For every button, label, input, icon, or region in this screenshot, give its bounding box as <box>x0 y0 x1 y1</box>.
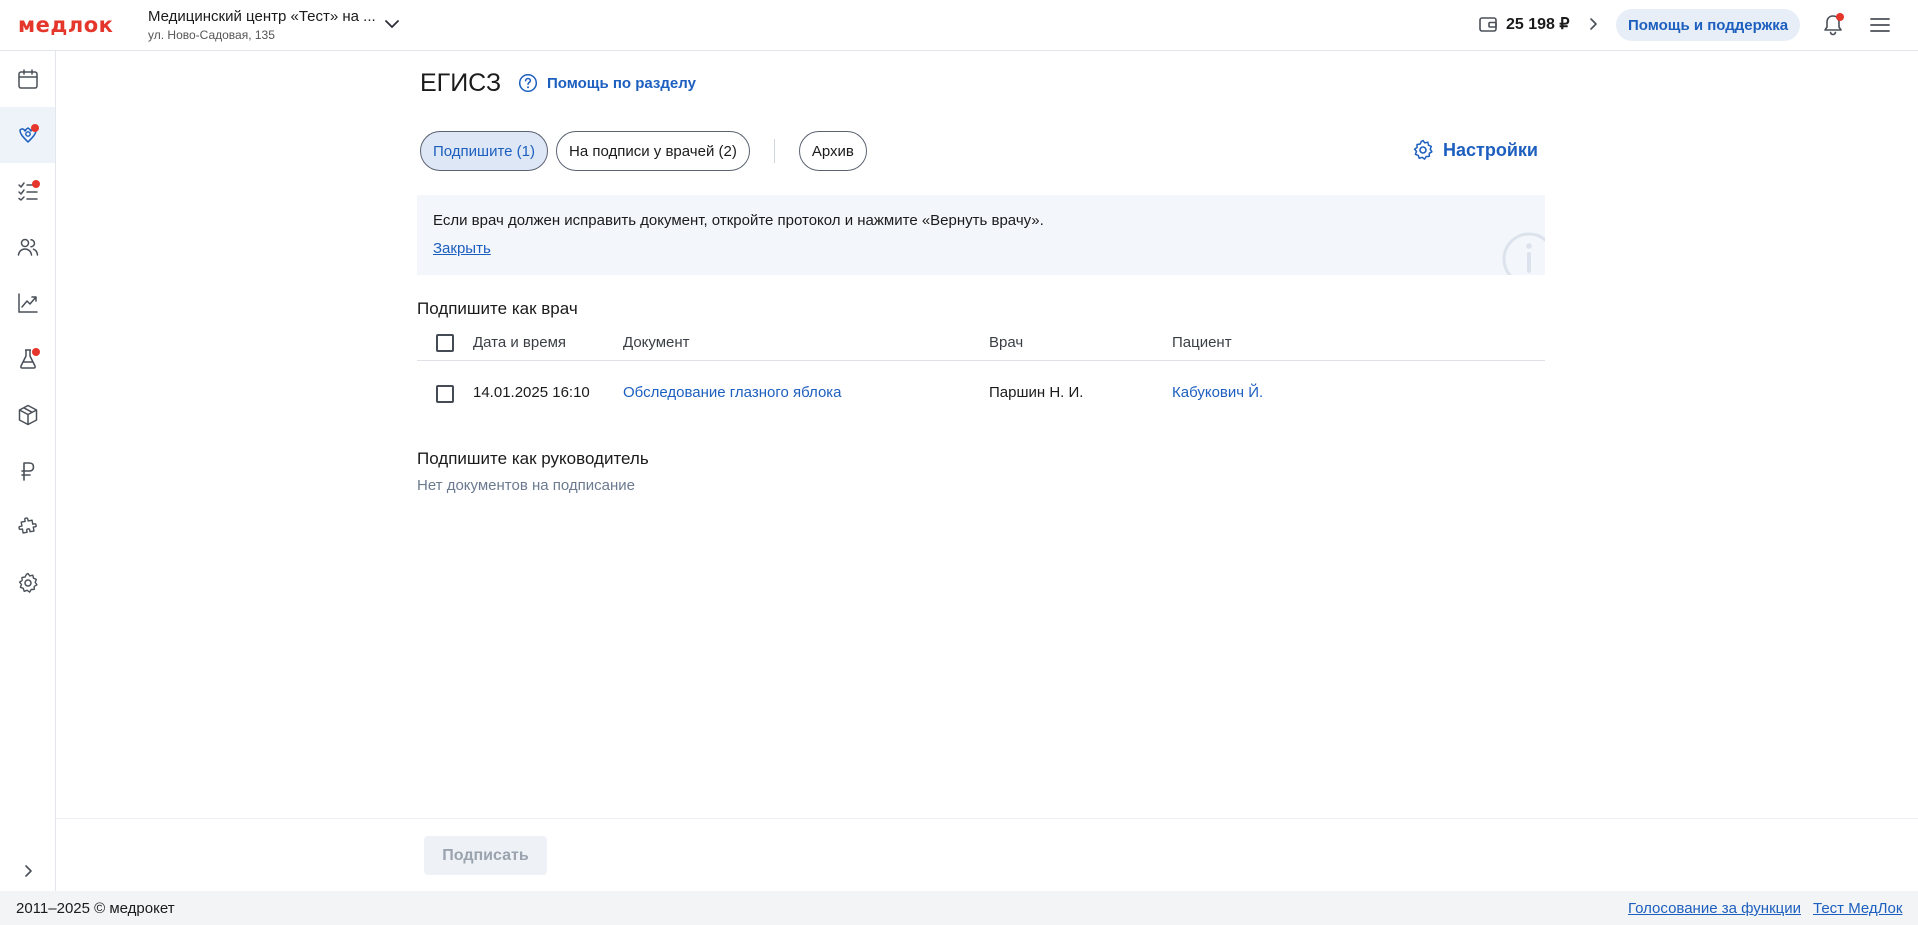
notification-badge <box>1836 13 1844 21</box>
column-datetime: Дата и время <box>473 334 567 351</box>
row-datetime: 14.01.2025 16:10 <box>473 384 590 401</box>
sidebar-item-integrations[interactable] <box>0 499 55 555</box>
tasks-badge <box>32 180 40 188</box>
lab-badge <box>32 348 40 356</box>
page-title: ЕГИСЗ <box>420 69 502 97</box>
settings-label: Настройки <box>1443 139 1538 160</box>
footer: 2011–2025 © медрокет Голосование за функ… <box>0 891 1918 925</box>
patients-icon <box>17 238 38 256</box>
manager-empty-note: Нет документов на подписание <box>417 477 636 494</box>
info-close-link[interactable]: Закрыть <box>433 240 491 257</box>
medlok-logo[interactable]: медлок <box>18 13 113 37</box>
tabs-divider <box>773 139 775 163</box>
chevron-right-icon <box>1589 18 1597 30</box>
clinic-address: ул. Ново-Садовая, 135 <box>148 28 275 42</box>
puzzle-icon <box>17 517 37 534</box>
column-document: Документ <box>623 334 690 351</box>
top-header: медлок Медицинский центр «Тест» на ... у… <box>0 0 1918 51</box>
ruble-icon <box>20 462 34 481</box>
tabs-bar: Подпишите (1) На подписи у врачей (2) Ар… <box>420 131 875 171</box>
sidebar-nav <box>0 51 56 891</box>
question-circle-icon <box>518 73 538 93</box>
row-document-link[interactable]: Обследование глазного яблока <box>623 384 842 401</box>
column-patient: Пациент <box>1172 334 1232 351</box>
tab-doctors-signing[interactable]: На подписи у врачей (2) <box>556 131 750 171</box>
info-circle-icon <box>1502 232 1545 275</box>
sidebar-item-finance[interactable] <box>0 443 55 499</box>
row-checkbox[interactable] <box>436 385 454 403</box>
manager-section-heading: Подпишите как руководитель <box>417 449 649 468</box>
test-medlok-link[interactable]: Тест МедЛок <box>1813 900 1902 917</box>
copyright-text: 2011–2025 © медрокет <box>16 900 175 917</box>
gear-icon <box>1413 139 1433 160</box>
calendar-icon <box>17 69 38 89</box>
tab-archive[interactable]: Архив <box>798 131 867 171</box>
select-all-checkbox[interactable] <box>436 334 454 352</box>
egisz-badge <box>31 124 39 132</box>
section-help-link[interactable]: Помощь по разделу <box>518 73 696 93</box>
sidebar-expand-button[interactable] <box>0 851 55 891</box>
sidebar-item-lab[interactable] <box>0 331 55 387</box>
sidebar-item-patients[interactable] <box>0 219 55 275</box>
clinic-name: Медицинский центр «Тест» на ... <box>148 8 376 25</box>
gear-icon <box>18 572 38 593</box>
vote-features-link[interactable]: Голосование за функции <box>1628 900 1801 917</box>
box-icon <box>18 404 37 426</box>
sidebar-item-tasks[interactable] <box>0 163 55 219</box>
table-row[interactable]: 14.01.2025 16:10 Обследование глазного я… <box>417 370 1545 416</box>
row-doctor: Паршин Н. И. <box>989 384 1084 401</box>
column-doctor: Врач <box>989 334 1024 351</box>
sidebar-item-analytics[interactable] <box>0 275 55 331</box>
sign-button[interactable]: Подписать <box>424 836 547 875</box>
sidebar-item-settings[interactable] <box>0 555 55 611</box>
tab-sign[interactable]: Подпишите (1) <box>420 131 549 171</box>
sidebar-item-schedule[interactable] <box>0 51 55 107</box>
documents-table-header: Дата и время Документ Врач Пациент <box>417 330 1545 361</box>
section-help-label: Помощь по разделу <box>547 74 696 92</box>
sidebar-item-egisz[interactable] <box>0 107 55 163</box>
settings-link[interactable]: Настройки <box>1411 138 1538 162</box>
analytics-chart-icon <box>17 293 38 313</box>
clinic-selector[interactable]: Медицинский центр «Тест» на ... ул. Ново… <box>148 8 376 42</box>
chevron-right-icon <box>24 865 32 877</box>
sidebar-item-warehouse[interactable] <box>0 387 55 443</box>
hamburger-menu-icon[interactable] <box>1868 13 1892 37</box>
help-support-button[interactable]: Помощь и поддержка <box>1616 9 1801 41</box>
doctor-section-heading: Подпишите как врач <box>417 299 578 318</box>
row-patient-link[interactable]: Кабукович Й. <box>1172 384 1263 401</box>
wallet-icon <box>1479 17 1497 32</box>
balance-amount: 25 198 ₽ <box>1506 16 1570 33</box>
info-text: Если врач должен исправить документ, отк… <box>433 212 1044 229</box>
balance-widget[interactable]: 25 198 ₽ <box>1478 14 1602 34</box>
chevron-down-icon[interactable] <box>383 15 401 33</box>
info-banner: Если врач должен исправить документ, отк… <box>417 195 1545 275</box>
action-bar <box>56 818 1918 891</box>
